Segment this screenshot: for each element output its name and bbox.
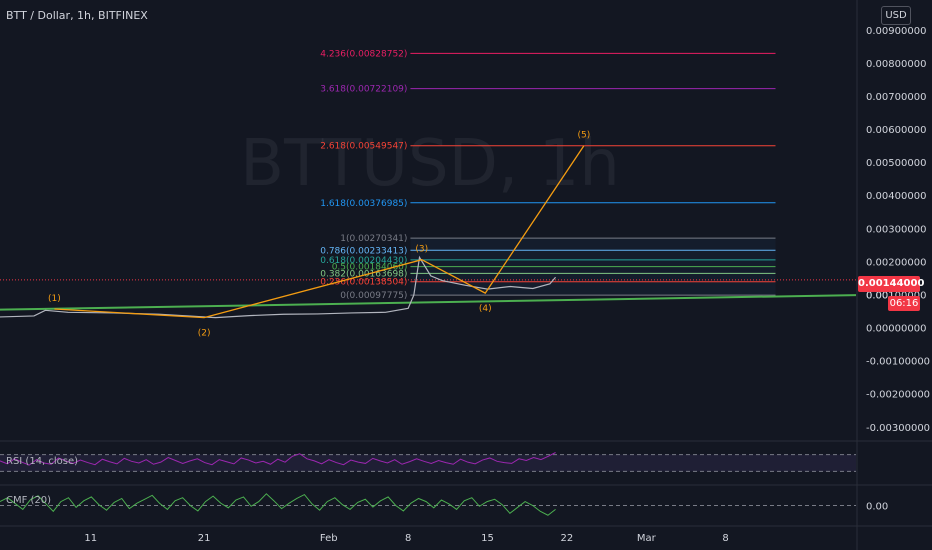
fib-level-label: 1.618(0.00376985) bbox=[320, 199, 407, 209]
wave-label: (5) bbox=[578, 131, 591, 141]
wave-label: (3) bbox=[415, 245, 428, 255]
cmf-tick-label: 0.00 bbox=[866, 502, 888, 513]
fib-level-label: 3.618(0.00722109) bbox=[320, 85, 407, 95]
y-tick-label: 0.00800000 bbox=[866, 59, 926, 70]
y-tick-label: 0.00700000 bbox=[866, 92, 926, 103]
y-tick-label: 0.00300000 bbox=[866, 224, 926, 235]
fib-level-label: 0(0.00097775) bbox=[340, 291, 407, 301]
last-price-label: 0.00144000 bbox=[858, 276, 924, 292]
cmf-title: CMF (20) bbox=[6, 495, 51, 506]
currency-button[interactable]: USD bbox=[881, 6, 911, 25]
fib-level-label: 2.618(0.00549547) bbox=[320, 142, 407, 152]
wave-label: (4) bbox=[479, 304, 492, 314]
rsi-title: RSI (14, close) bbox=[6, 456, 78, 467]
bar-countdown-label: 06:16 bbox=[888, 296, 920, 311]
y-tick-label: 0.00500000 bbox=[866, 158, 926, 169]
y-tick-label: 0.00900000 bbox=[866, 26, 926, 37]
x-tick-label: 8 bbox=[405, 533, 411, 544]
y-tick-label: 0.00200000 bbox=[866, 257, 926, 268]
fib-level-label: 4.236(0.00828752) bbox=[320, 49, 407, 59]
y-tick-label: -0.00300000 bbox=[866, 423, 930, 434]
fib-level-label: 0.786(0.00233413) bbox=[320, 246, 407, 256]
y-tick-label: 0.00000000 bbox=[866, 324, 926, 335]
y-tick-label: -0.00200000 bbox=[866, 390, 930, 401]
y-tick-label: -0.00100000 bbox=[866, 357, 930, 368]
y-tick-label: 0.00600000 bbox=[866, 125, 926, 136]
symbol-watermark: BTTUSD, 1h bbox=[240, 127, 620, 201]
cmf-line bbox=[0, 493, 556, 516]
x-tick-label: 8 bbox=[722, 533, 728, 544]
x-tick-label: 21 bbox=[198, 533, 211, 544]
x-tick-label: 15 bbox=[481, 533, 494, 544]
rsi-band bbox=[0, 454, 856, 472]
wave-label: (1) bbox=[48, 294, 61, 304]
x-tick-label: Mar bbox=[637, 533, 657, 544]
symbol-title: BTT / Dollar, 1h, BITFINEX bbox=[6, 9, 148, 22]
trendline bbox=[0, 294, 857, 311]
wave-label: (2) bbox=[198, 329, 211, 339]
x-tick-label: Feb bbox=[320, 533, 338, 544]
y-tick-label: 0.00400000 bbox=[866, 191, 926, 202]
x-tick-label: 11 bbox=[84, 533, 97, 544]
fib-level-label: 1(0.00270341) bbox=[340, 234, 407, 244]
x-tick-label: 22 bbox=[561, 533, 574, 544]
chart-canvas[interactable]: BTTUSD, 1h 0.00900000 0.00800000 0.00700000… bbox=[0, 0, 932, 550]
